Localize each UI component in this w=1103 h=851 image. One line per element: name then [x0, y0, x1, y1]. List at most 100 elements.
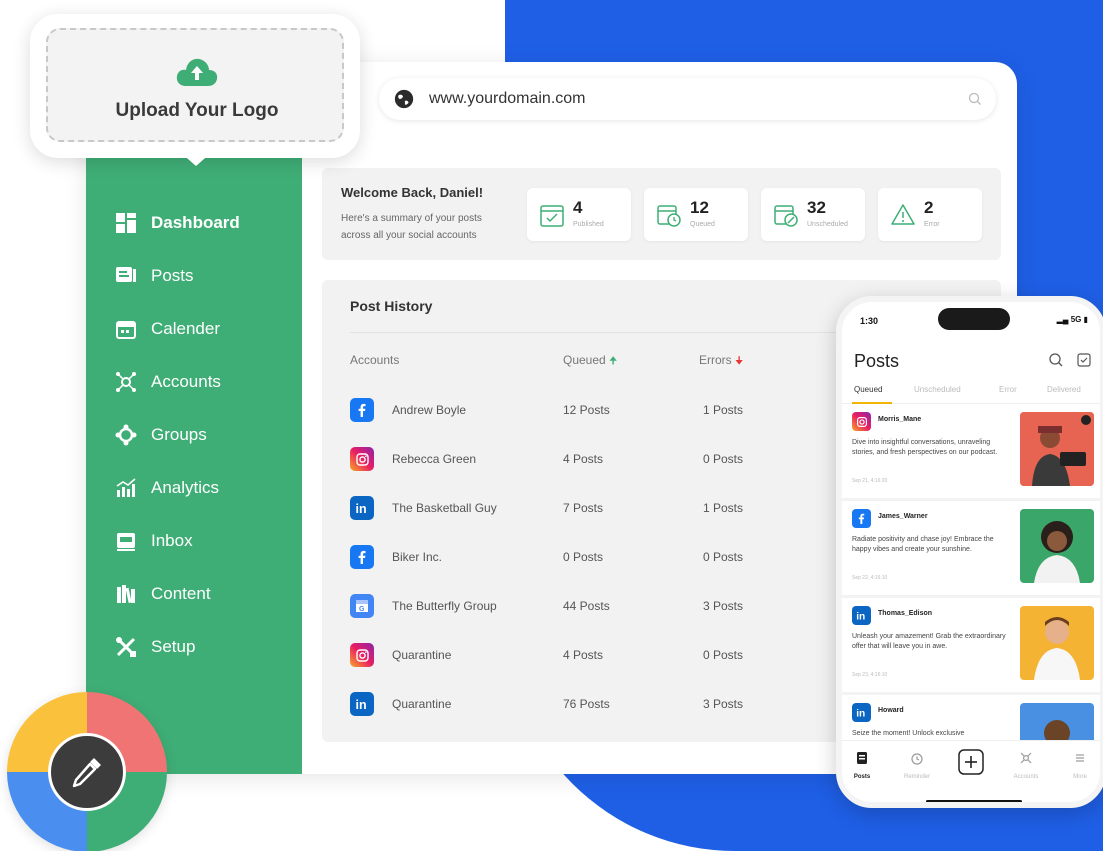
home-indicator[interactable]	[926, 800, 1022, 802]
globe-icon	[394, 89, 414, 109]
post-text: Dive into insightful conversations, unra…	[852, 439, 998, 456]
linkedin-icon: in	[350, 692, 374, 716]
mobile-phone: 1:30 ▂▄ 5G ▮ Posts Queued Unscheduled Er…	[836, 296, 1103, 808]
color-picker-wheel[interactable]	[7, 692, 167, 851]
post-card[interactable]: in Thomas_Edison Unleash your amazement!…	[842, 598, 1100, 692]
upload-logo-label: Upload Your Logo	[115, 100, 279, 121]
bottom-nav-accounts[interactable]: Accounts	[1006, 751, 1046, 780]
sidebar-item-calendar[interactable]: Calender	[114, 302, 240, 355]
post-username: James_Warner	[878, 513, 928, 520]
tab-delivered[interactable]: Delivered	[1047, 385, 1081, 394]
sidebar-item-label: Dashboard	[151, 212, 240, 232]
dashboard-icon	[114, 211, 138, 235]
error-count: 0 Posts	[703, 648, 744, 662]
surprised-man-image	[1020, 606, 1094, 680]
stat-value: 2	[924, 198, 934, 217]
inbox-icon	[114, 529, 138, 553]
post-card[interactable]: James_Warner Radiate positivity and chas…	[842, 501, 1100, 595]
eyedropper-icon	[72, 758, 101, 788]
search-icon[interactable]	[968, 92, 982, 106]
post-card[interactable]: Morris_Mane Dive into insightful convers…	[842, 404, 1100, 498]
google-business-icon: G	[350, 594, 374, 618]
sidebar-item-label: Calender	[151, 318, 220, 338]
smiling-woman-image	[1020, 509, 1094, 583]
sidebar-item-dashboard[interactable]: Dashboard	[114, 196, 240, 249]
analytics-icon	[114, 476, 138, 500]
cloud-upload-icon	[176, 58, 218, 86]
upload-dropzone[interactable]: Upload Your Logo	[46, 28, 344, 142]
error-count: 0 Posts	[703, 550, 744, 564]
sidebar-item-label: Posts	[151, 265, 194, 285]
url-bar[interactable]: www.yourdomain.com	[379, 78, 996, 120]
stat-label: Queued	[690, 221, 715, 228]
post-text: Radiate positivity and chase joy! Embrac…	[852, 536, 994, 553]
stat-published[interactable]: 4 Published	[527, 188, 631, 241]
post-username: Howard	[878, 707, 904, 714]
eyedropper-button[interactable]	[48, 733, 126, 811]
calendar-clock-icon	[657, 205, 681, 227]
column-header-queued[interactable]: Queued 🠉	[563, 353, 617, 371]
tab-unscheduled[interactable]: Unscheduled	[914, 385, 961, 394]
menu-icon	[1076, 754, 1084, 762]
account-name: Andrew Boyle	[392, 403, 467, 417]
instagram-icon	[350, 643, 374, 667]
instagram-icon	[350, 447, 374, 471]
bottom-nav-add[interactable]	[951, 749, 991, 780]
sidebar-item-content[interactable]: Content	[114, 567, 240, 620]
sidebar-item-groups[interactable]: Groups	[114, 408, 240, 461]
error-count: 3 Posts	[703, 599, 744, 613]
post-card[interactable]: in Howard Seize the moment! Unlock exclu…	[842, 695, 1100, 740]
post-date: Sep 22, 4:16:10	[852, 575, 888, 581]
sidebar-item-setup[interactable]: Setup	[114, 620, 240, 673]
facebook-icon	[852, 509, 871, 528]
upload-pointer	[180, 152, 212, 166]
facebook-icon	[350, 545, 374, 569]
phone-bottom-nav: Posts Reminder Accounts More	[842, 740, 1100, 802]
accounts-icon	[114, 370, 138, 394]
post-username: Thomas_Edison	[878, 610, 933, 617]
queued-count: 4 Posts	[563, 452, 604, 466]
sidebar-item-inbox[interactable]: Inbox	[114, 514, 240, 567]
sidebar-item-analytics[interactable]: Analytics	[114, 461, 240, 514]
queued-count: 44 Posts	[563, 599, 610, 613]
linkedin-icon: in	[350, 496, 374, 520]
alarm-icon	[911, 753, 923, 765]
bottom-nav-label: More	[1073, 774, 1087, 780]
phone-header-actions	[1048, 352, 1092, 368]
sidebar-item-label: Groups	[151, 424, 207, 444]
column-header-accounts[interactable]: Accounts	[350, 353, 399, 367]
select-checkbox-icon[interactable]	[1076, 352, 1092, 368]
search-icon[interactable]	[1048, 352, 1064, 368]
posts-icon	[857, 752, 867, 764]
accounts-icon	[1020, 752, 1032, 764]
sort-down-arrow-icon: 🠋	[735, 356, 744, 367]
error-count: 1 Posts	[703, 403, 744, 417]
svg-text:in: in	[856, 709, 865, 719]
error-count: 3 Posts	[703, 697, 744, 711]
error-count: 1 Posts	[703, 501, 744, 515]
groups-icon	[114, 423, 138, 447]
bottom-nav-more[interactable]: More	[1060, 751, 1100, 780]
stat-unscheduled[interactable]: 32 Unscheduled	[761, 188, 865, 241]
bottom-nav-label: Posts	[853, 774, 871, 780]
battery-icon: ▮	[1083, 315, 1088, 324]
stat-queued[interactable]: 12 Queued	[644, 188, 748, 241]
welcome-panel: Welcome Back, Daniel! Here's a summary o…	[322, 168, 1001, 260]
stat-label: Published	[573, 221, 604, 228]
column-header-errors[interactable]: Errors 🠋	[699, 353, 743, 371]
upload-logo-card[interactable]: Upload Your Logo	[30, 14, 360, 158]
tab-queued[interactable]: Queued	[854, 385, 882, 394]
sidebar-item-accounts[interactable]: Accounts	[114, 355, 240, 408]
sidebar-nav: Dashboard Posts Calender Accounts Groups…	[114, 196, 240, 673]
stat-error[interactable]: 2 Error	[878, 188, 982, 241]
instagram-icon	[852, 412, 871, 431]
queued-count: 4 Posts	[563, 648, 604, 662]
bottom-nav-reminder[interactable]: Reminder	[897, 751, 937, 780]
queued-count: 7 Posts	[563, 501, 604, 515]
sidebar-item-posts[interactable]: Posts	[114, 249, 240, 302]
bottom-nav-posts[interactable]: Posts	[842, 751, 882, 780]
sidebar: Dashboard Posts Calender Accounts Groups…	[86, 156, 302, 774]
queued-count: 12 Posts	[563, 403, 610, 417]
sidebar-item-label: Inbox	[151, 530, 193, 550]
tab-error[interactable]: Error	[999, 385, 1017, 394]
